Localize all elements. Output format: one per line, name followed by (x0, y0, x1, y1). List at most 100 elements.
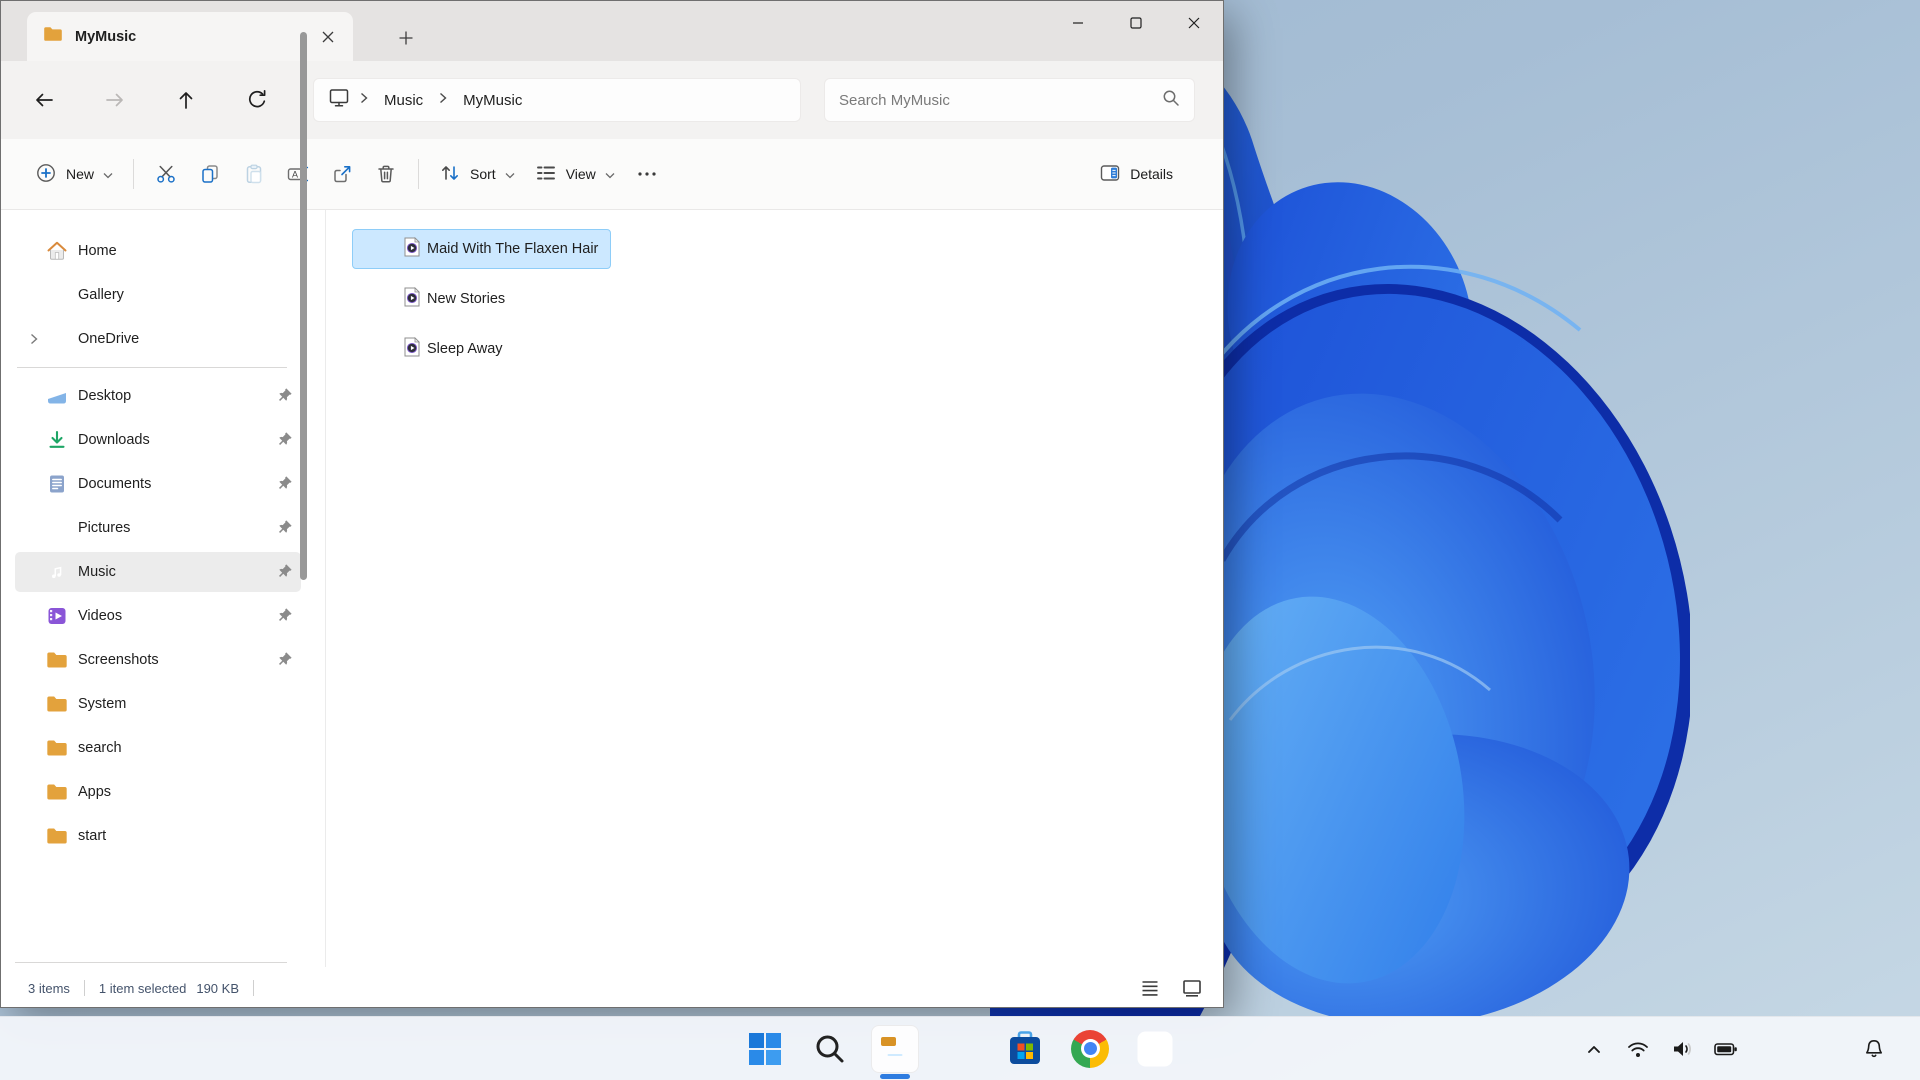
taskbar-microsoft-store-icon[interactable] (1001, 1025, 1049, 1073)
chevron-down-icon (103, 166, 113, 182)
sidebar-item-downloads[interactable]: Downloads (15, 420, 301, 460)
taskbar-edge-icon[interactable] (936, 1025, 984, 1073)
sort-button[interactable]: Sort (429, 152, 525, 196)
maximize-button[interactable] (1107, 1, 1165, 45)
close-button[interactable] (1165, 1, 1223, 45)
sidebar-item-gallery[interactable]: Gallery (15, 275, 301, 315)
music-icon (45, 561, 69, 583)
tab-title: MyMusic (75, 29, 313, 45)
sidebar-item-label: Apps (78, 784, 111, 800)
taskbar-search-icon[interactable] (806, 1025, 854, 1073)
sidebar-item-onedrive[interactable]: OneDrive (15, 319, 301, 359)
file-row-new-stories[interactable]: New Stories (352, 279, 518, 319)
home-icon (45, 240, 69, 262)
divider (253, 980, 254, 996)
titlebar: MyMusic (1, 1, 1223, 61)
breadcrumb-chevron-icon (360, 91, 368, 109)
file-name: Maid With The Flaxen Hair (427, 241, 598, 257)
sidebar-item-apps[interactable]: Apps (15, 772, 301, 812)
sidebar-item-system[interactable]: System (15, 684, 301, 724)
this-pc-icon[interactable] (328, 87, 350, 114)
sidebar-scrollbar[interactable] (300, 32, 307, 580)
share-icon[interactable] (320, 152, 364, 196)
taskbar-chrome-icon[interactable] (1066, 1025, 1114, 1073)
minimize-button[interactable] (1049, 1, 1107, 45)
navigation-bar: Music MyMusic (1, 61, 1223, 139)
search-icon[interactable] (1162, 89, 1180, 112)
divider (84, 980, 85, 996)
start-button[interactable] (741, 1025, 789, 1073)
sidebar-item-label: Music (78, 564, 116, 580)
media-file-icon (403, 337, 421, 362)
desktop-icon (45, 385, 69, 407)
pin-icon (277, 651, 293, 672)
sidebar-item-label: Screenshots (78, 652, 159, 668)
volume-icon[interactable] (1664, 1029, 1700, 1069)
view-button[interactable]: View (525, 152, 625, 196)
up-icon[interactable] (166, 80, 206, 120)
breadcrumb[interactable]: Music MyMusic (313, 78, 801, 122)
sidebar-item-screenshots[interactable]: Screenshots (15, 640, 301, 680)
back-icon[interactable] (24, 80, 64, 120)
sidebar-item-videos[interactable]: Videos (15, 596, 301, 636)
expand-chevron-icon[interactable] (23, 333, 45, 345)
copy-icon[interactable] (188, 152, 232, 196)
documents-icon (45, 473, 69, 495)
view-icon (535, 162, 557, 187)
breadcrumb-item-mymusic[interactable]: MyMusic (457, 89, 528, 112)
window-controls (1049, 1, 1223, 45)
sidebar-divider-line (325, 210, 326, 967)
hidden-icons-chevron-icon[interactable] (1576, 1029, 1612, 1069)
new-button[interactable]: New (25, 152, 123, 196)
sidebar-item-label: Videos (78, 608, 122, 624)
pin-icon (277, 563, 293, 584)
file-row-sleep-away[interactable]: Sleep Away (352, 329, 516, 369)
paste-icon[interactable] (232, 152, 276, 196)
chevron-down-icon (605, 166, 615, 182)
folder-icon (45, 651, 69, 669)
desktop: MyMusic (0, 0, 1920, 1080)
forward-icon[interactable] (95, 80, 135, 120)
file-list: Maid With The Flaxen Hair New Stories Sl… (352, 229, 611, 379)
battery-icon[interactable] (1708, 1029, 1744, 1069)
details-panel-icon (1099, 162, 1121, 187)
sidebar-item-label: OneDrive (78, 331, 139, 347)
search-input[interactable] (839, 92, 1162, 109)
file-row-maid-with-the-flaxen-hair[interactable]: Maid With The Flaxen Hair (352, 229, 611, 269)
sidebar-item-desktop[interactable]: Desktop (15, 376, 301, 416)
details-view-toggle-icon[interactable] (1135, 973, 1165, 1003)
wifi-icon[interactable] (1620, 1029, 1656, 1069)
sidebar-bottom-divider (15, 962, 287, 963)
delete-icon[interactable] (364, 152, 408, 196)
file-explorer-window: MyMusic (0, 0, 1224, 1008)
sidebar-item-music[interactable]: Music (15, 552, 301, 592)
sidebar-item-documents[interactable]: Documents (15, 464, 301, 504)
breadcrumb-item-music[interactable]: Music (378, 89, 429, 112)
refresh-icon[interactable] (237, 80, 277, 120)
new-button-label: New (66, 166, 94, 182)
chevron-down-icon (505, 166, 515, 182)
breadcrumb-chevron-icon (439, 91, 447, 109)
sidebar-item-pictures[interactable]: Pictures (15, 508, 301, 548)
cut-icon[interactable] (144, 152, 188, 196)
tab-close-icon[interactable] (313, 22, 343, 52)
pin-icon (277, 431, 293, 452)
sidebar-item-label: System (78, 696, 126, 712)
details-button[interactable]: Details (1089, 152, 1183, 196)
divider (418, 159, 419, 189)
notifications-bell-icon[interactable] (1852, 1029, 1896, 1069)
taskbar-file-explorer-icon[interactable] (871, 1025, 919, 1073)
thumbnail-view-toggle-icon[interactable] (1177, 973, 1207, 1003)
videos-icon (45, 605, 69, 627)
svg-text:♫: ♫ (1145, 1038, 1165, 1063)
sidebar-item-home[interactable]: Home (15, 231, 301, 271)
sidebar-item-search[interactable]: search (15, 728, 301, 768)
command-bar: New A Sor (1, 139, 1223, 210)
view-button-label: View (566, 166, 596, 182)
see-more-icon[interactable] (625, 152, 669, 196)
rename-icon[interactable]: A (276, 152, 320, 196)
taskbar-itunes-icon[interactable]: ♫ (1131, 1025, 1179, 1073)
sidebar-item-start[interactable]: start (15, 816, 301, 856)
system-tray (1576, 1017, 1744, 1080)
new-tab-button[interactable] (389, 23, 423, 53)
